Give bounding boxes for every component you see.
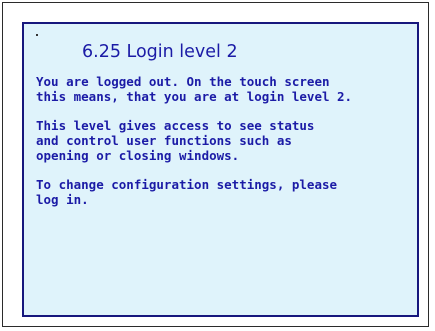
help-paragraph-access-level: This level gives access to see status an… (36, 118, 315, 163)
help-paragraph-logged-out: You are logged out. On the touch screen … (36, 74, 353, 104)
corner-dot (36, 34, 38, 36)
help-title: 6.25 Login level 2 (82, 42, 238, 62)
help-panel: 6.25 Login level 2 You are logged out. O… (22, 22, 419, 317)
outer-frame: 6.25 Login level 2 You are logged out. O… (2, 2, 429, 327)
help-body: You are logged out. On the touch screen … (36, 74, 406, 221)
help-paragraph-login-instruction: To change configuration settings, please… (36, 177, 338, 207)
